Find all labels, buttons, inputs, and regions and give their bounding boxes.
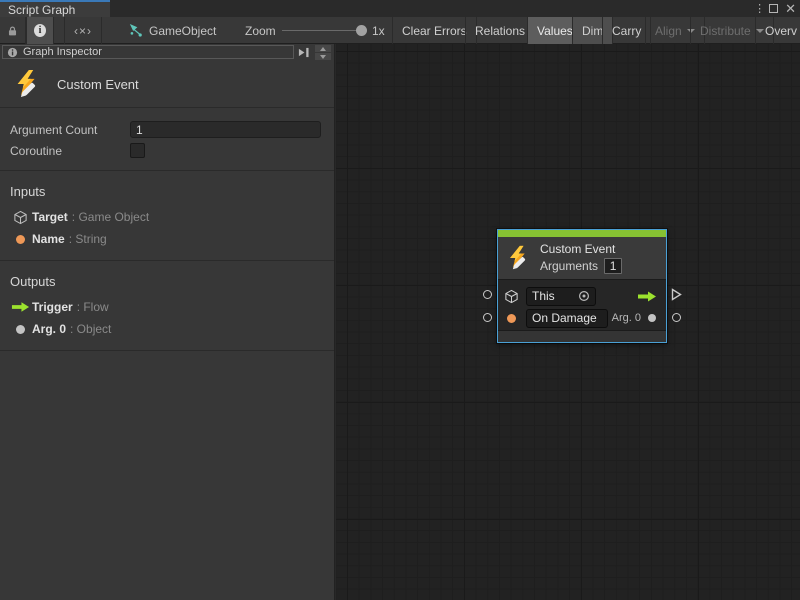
node-title: Custom Event (540, 242, 622, 256)
node-arguments-input[interactable]: 1 (604, 258, 622, 274)
cube-icon (13, 210, 28, 225)
close-icon[interactable]: ✕ (785, 4, 796, 13)
node-footer (498, 330, 666, 342)
node-header[interactable]: Custom Event Arguments 1 (498, 237, 666, 279)
input-name-name: Name (32, 232, 65, 246)
triangle-down-icon (320, 55, 326, 59)
inputs-section: Inputs Target : Game Object Name : Strin… (0, 171, 334, 261)
coroutine-label: Coroutine (0, 144, 62, 158)
string-port-icon (16, 235, 25, 244)
object-picker-icon[interactable] (578, 290, 590, 302)
inspector-title: Graph Inspector (23, 46, 102, 58)
zoom-label: Zoom (245, 17, 276, 44)
tab-label: Script Graph (8, 3, 75, 17)
panel-scrollbar (315, 45, 331, 60)
unit-properties: Argument Count 1 Coroutine (0, 108, 334, 171)
node-arguments-label: Arguments (540, 259, 598, 273)
event-name-field[interactable]: On Damage (526, 309, 608, 328)
carry-button[interactable]: Carry (602, 17, 651, 44)
graph-inspector-panel: Graph Inspector Custom Event Argument Co… (0, 44, 335, 600)
object-port-icon (16, 325, 25, 334)
window-menu-icon[interactable]: ⋮ (754, 2, 762, 15)
custom-event-icon (506, 245, 532, 271)
right-port-arg0[interactable] (672, 313, 681, 322)
cube-icon (504, 289, 519, 304)
graph-canvas[interactable]: Custom Event Arguments 1 This (336, 44, 800, 600)
node-row-target: This (504, 285, 660, 307)
outputs-section: Outputs Trigger : Flow Arg. 0 : Object (0, 261, 334, 351)
arg0-label: Arg. 0 (612, 312, 641, 324)
custom-event-icon (13, 69, 43, 99)
argument-count-field[interactable]: 1 (130, 121, 321, 138)
input-row-target: Target : Game Object (0, 206, 334, 228)
inputs-header: Inputs (0, 177, 334, 206)
output-arg0-type: : Object (70, 322, 111, 336)
left-port-target[interactable] (483, 290, 492, 299)
input-row-name: Name : String (0, 228, 334, 250)
clear-errors-button[interactable]: Clear Errors (392, 17, 477, 44)
string-port-icon[interactable] (507, 314, 516, 323)
code-icon: ‹×› (74, 24, 92, 38)
scroll-up-button[interactable] (315, 45, 331, 52)
graph-asset-icon (128, 23, 143, 38)
coroutine-checkbox[interactable] (130, 143, 145, 158)
overview-button[interactable]: Overv (755, 17, 800, 44)
dock-icon (297, 47, 310, 58)
gameobject-context[interactable]: GameObject (128, 17, 216, 44)
coroutine-row: Coroutine (0, 140, 334, 161)
inspector-header: Graph Inspector (0, 44, 334, 61)
arg0-port-icon[interactable] (648, 314, 656, 322)
input-name-type: : String (69, 232, 107, 246)
gameobject-label: GameObject (149, 24, 216, 38)
lock-button[interactable] (0, 17, 26, 44)
output-trigger-name: Trigger (32, 300, 73, 314)
tab-script-graph[interactable]: Script Graph (0, 0, 110, 17)
node-body: This On Damage Arg. 0 (498, 279, 666, 330)
info-circle-icon (7, 47, 18, 58)
lock-icon (7, 24, 18, 38)
right-port-trigger[interactable] (671, 288, 682, 304)
argument-count-row: Argument Count 1 (0, 119, 334, 140)
maximize-icon[interactable] (769, 4, 778, 13)
zoom-value: 1x (372, 17, 385, 44)
trigger-flow-icon[interactable] (637, 290, 657, 303)
zoom-slider-handle[interactable] (356, 25, 367, 36)
output-row-trigger: Trigger : Flow (0, 296, 334, 318)
output-trigger-type: : Flow (77, 300, 109, 314)
window-controls: ⋮ ✕ (754, 0, 796, 17)
inspector-header-box[interactable]: Graph Inspector (2, 45, 294, 59)
unit-title: Custom Event (57, 77, 139, 92)
scroll-down-button[interactable] (315, 53, 331, 60)
graph-toolbar: i ‹×› GameObject Zoom 1x Clear Errors Re… (0, 17, 800, 44)
output-row-arg0: Arg. 0 : Object (0, 318, 334, 340)
info-icon: i (34, 24, 46, 37)
unit-header: Custom Event (0, 61, 334, 108)
code-preview-button[interactable]: ‹×› (64, 17, 102, 44)
input-target-name: Target (32, 210, 68, 224)
input-target-type: : Game Object (72, 210, 149, 224)
zoom-slider-track[interactable] (282, 30, 366, 31)
target-object-field[interactable]: This (526, 287, 596, 306)
dock-panel-button[interactable] (296, 46, 311, 58)
node-color-bar (498, 230, 666, 237)
title-bar: Script Graph ⋮ ✕ (0, 0, 800, 17)
flow-port-triangle-icon (671, 288, 682, 301)
relations-button[interactable]: Relations (465, 17, 535, 44)
output-arg0-name: Arg. 0 (32, 322, 66, 336)
flow-arrow-icon (11, 301, 30, 313)
node-row-name: On Damage Arg. 0 (504, 307, 660, 329)
triangle-up-icon (320, 47, 326, 51)
inspector-toggle-button[interactable]: i (26, 17, 54, 44)
left-port-name[interactable] (483, 313, 492, 322)
custom-event-node[interactable]: Custom Event Arguments 1 This (497, 229, 667, 343)
outputs-header: Outputs (0, 267, 334, 296)
argument-count-label: Argument Count (0, 123, 97, 137)
